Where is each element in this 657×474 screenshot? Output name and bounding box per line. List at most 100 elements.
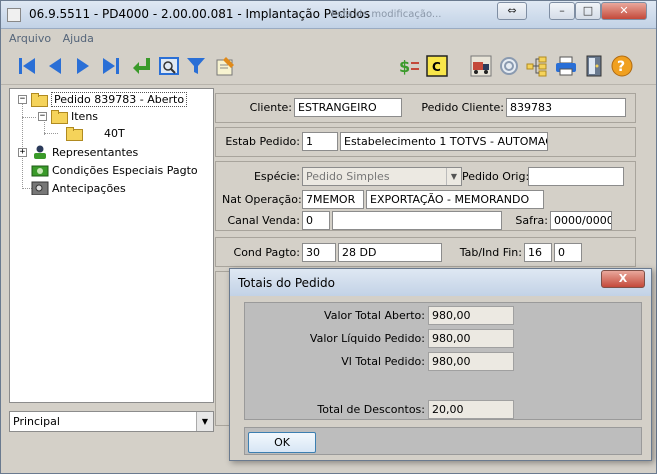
next-icon[interactable]	[71, 54, 95, 78]
toolbar: $ C ?	[1, 49, 656, 85]
pedido-cliente-label: Pedido Cliente:	[421, 101, 504, 114]
cond-pagto-code-field[interactable]: 30	[302, 243, 336, 262]
dialog-close-button[interactable]: X	[601, 270, 645, 288]
tree-icon[interactable]	[525, 54, 549, 78]
tree-item-antecipacoes-label: Antecipações	[52, 181, 126, 195]
dialog-footer: OK	[244, 427, 642, 455]
estab-label: Estab Pedido:	[225, 135, 300, 148]
order-tree[interactable]: − Pedido 839783 - Aberto − Itens 40T + R…	[9, 88, 214, 403]
filter-icon[interactable]	[184, 54, 208, 78]
tree-item-pedido-label: Pedido 839783 - Aberto	[51, 91, 188, 107]
edit-icon[interactable]	[213, 54, 237, 78]
ind-fin-field[interactable]: 0	[554, 243, 582, 262]
svg-text:$: $	[399, 57, 410, 76]
maximize-button[interactable]: □	[575, 2, 601, 20]
dialog-title: Totais do Pedido	[238, 276, 335, 290]
copy-icon[interactable]: C	[425, 54, 449, 78]
valor-liquido-label: Valor Líquido Pedido:	[309, 332, 425, 345]
help-icon[interactable]: ?	[610, 54, 634, 78]
search-icon[interactable]	[497, 54, 521, 78]
view-select-value: Principal	[13, 415, 60, 428]
details-panel: Espécie: Pedido Simples ▼ Pedido Orig: N…	[215, 161, 636, 231]
totals-dialog: Totais do Pedido X Valor Total Aberto: 9…	[229, 268, 652, 461]
pedido-orig-field[interactable]	[528, 167, 624, 186]
svg-text:?: ?	[617, 59, 625, 75]
view-select[interactable]: Principal ▼	[9, 411, 214, 432]
menu-ajuda[interactable]: Ajuda	[63, 32, 94, 45]
tree-item-itens[interactable]: − Itens	[38, 108, 98, 124]
estab-code-field[interactable]: 1	[302, 132, 338, 151]
exit-icon[interactable]	[582, 54, 606, 78]
especie-label: Espécie:	[253, 170, 300, 183]
representantes-icon	[34, 145, 46, 159]
first-icon[interactable]	[15, 54, 39, 78]
menu-arquivo[interactable]: Arquivo	[9, 32, 51, 45]
price-icon[interactable]: $	[397, 54, 421, 78]
tab-fin-field[interactable]: 16	[524, 243, 552, 262]
truck-icon[interactable]	[469, 54, 493, 78]
view-icon[interactable]	[157, 54, 181, 78]
totals-panel: Valor Total Aberto: 980,00 Valor Líquido…	[244, 302, 642, 420]
estab-panel: Estab Pedido: 1 Estabelecimento 1 TOTVS …	[215, 127, 636, 157]
total-descontos-field: 20,00	[428, 400, 514, 419]
safe-icon	[31, 181, 49, 195]
pedido-orig-label: Pedido Orig:	[462, 170, 530, 183]
resize-arrows-icon[interactable]: ⇔	[497, 2, 527, 20]
payment-panel: Cond Pagto: 30 28 DD Tab/Ind Fin: 16 0	[215, 237, 636, 267]
pedido-cliente-field[interactable]: 839783	[506, 98, 626, 117]
cond-pagto-label: Cond Pagto:	[233, 246, 300, 259]
background-window-title: Esta de modificação...	[331, 9, 442, 20]
dialog-title-bar: Totais do Pedido X	[230, 269, 651, 296]
cond-pagto-desc-field: 28 DD	[338, 243, 442, 262]
nat-operacao-code-field[interactable]: 7MEMOR	[302, 190, 364, 209]
total-descontos-label: Total de Descontos:	[317, 403, 425, 416]
safra-field[interactable]: 0000/0000	[550, 211, 612, 230]
print-icon[interactable]	[554, 54, 578, 78]
ok-button[interactable]: OK	[248, 432, 316, 453]
chevron-down-icon[interactable]: ▼	[196, 412, 213, 431]
nat-operacao-label: Nat Operação:	[222, 193, 302, 206]
enter-icon[interactable]	[129, 54, 153, 78]
collapse-icon[interactable]: −	[38, 111, 47, 121]
close-button[interactable]: ✕	[601, 2, 647, 20]
vl-total-field: 980,00	[428, 352, 514, 371]
last-icon[interactable]	[99, 54, 123, 78]
money-icon	[31, 165, 49, 177]
expand-icon[interactable]: +	[18, 147, 27, 157]
cliente-field[interactable]: ESTRANGEIRO	[294, 98, 402, 117]
tree-item-itens-label: Itens	[71, 109, 99, 123]
tree-item-antecipacoes[interactable]: Antecipações	[31, 180, 126, 196]
chevron-down-icon[interactable]: ▼	[446, 168, 461, 185]
estab-name-field: Estabelecimento 1 TOTVS - AUTOMAÇÃO	[340, 132, 548, 151]
tree-item-40t[interactable]: 40T	[66, 125, 125, 141]
tree-item-representantes[interactable]: + Representantes	[18, 144, 138, 160]
tab-ind-fin-label: Tab/Ind Fin:	[459, 246, 522, 259]
folder-icon	[31, 93, 48, 107]
canal-venda-label: Canal Venda:	[227, 214, 300, 227]
cliente-label: Cliente:	[249, 101, 292, 114]
collapse-icon[interactable]: −	[18, 94, 27, 104]
app-icon	[7, 8, 21, 22]
valor-total-aberto-field: 980,00	[428, 306, 514, 325]
window-title: 06.9.5511 - PD4000 - 2.00.00.081 - Impla…	[29, 7, 371, 21]
tree-item-pedido[interactable]: − Pedido 839783 - Aberto	[18, 91, 188, 107]
menu-bar: Arquivo Ajuda	[1, 30, 656, 48]
svg-text:C: C	[432, 60, 441, 74]
nat-operacao-desc-field: EXPORTAÇÃO - MEMORANDO	[366, 190, 544, 209]
folder-icon	[51, 110, 68, 124]
prev-icon[interactable]	[43, 54, 67, 78]
safra-label: Safra:	[515, 214, 548, 227]
canal-venda-desc-field	[332, 211, 502, 230]
title-bar: 06.9.5511 - PD4000 - 2.00.00.081 - Impla…	[1, 1, 656, 29]
vl-total-label: Vl Total Pedido:	[341, 355, 425, 368]
tree-item-condicoes-label: Condições Especiais Pagto	[52, 163, 198, 177]
minimize-button[interactable]: –	[549, 2, 575, 20]
especie-select-value: Pedido Simples	[306, 170, 390, 183]
canal-venda-code-field[interactable]: 0	[302, 211, 330, 230]
folder-icon	[66, 127, 83, 141]
especie-select[interactable]: Pedido Simples ▼	[302, 167, 462, 186]
valor-total-aberto-label: Valor Total Aberto:	[324, 309, 425, 322]
tree-item-condicoes[interactable]: Condições Especiais Pagto	[31, 162, 198, 178]
client-panel: Cliente: ESTRANGEIRO Pedido Cliente: 839…	[215, 93, 636, 123]
tree-item-40t-label: 40T	[104, 126, 125, 140]
